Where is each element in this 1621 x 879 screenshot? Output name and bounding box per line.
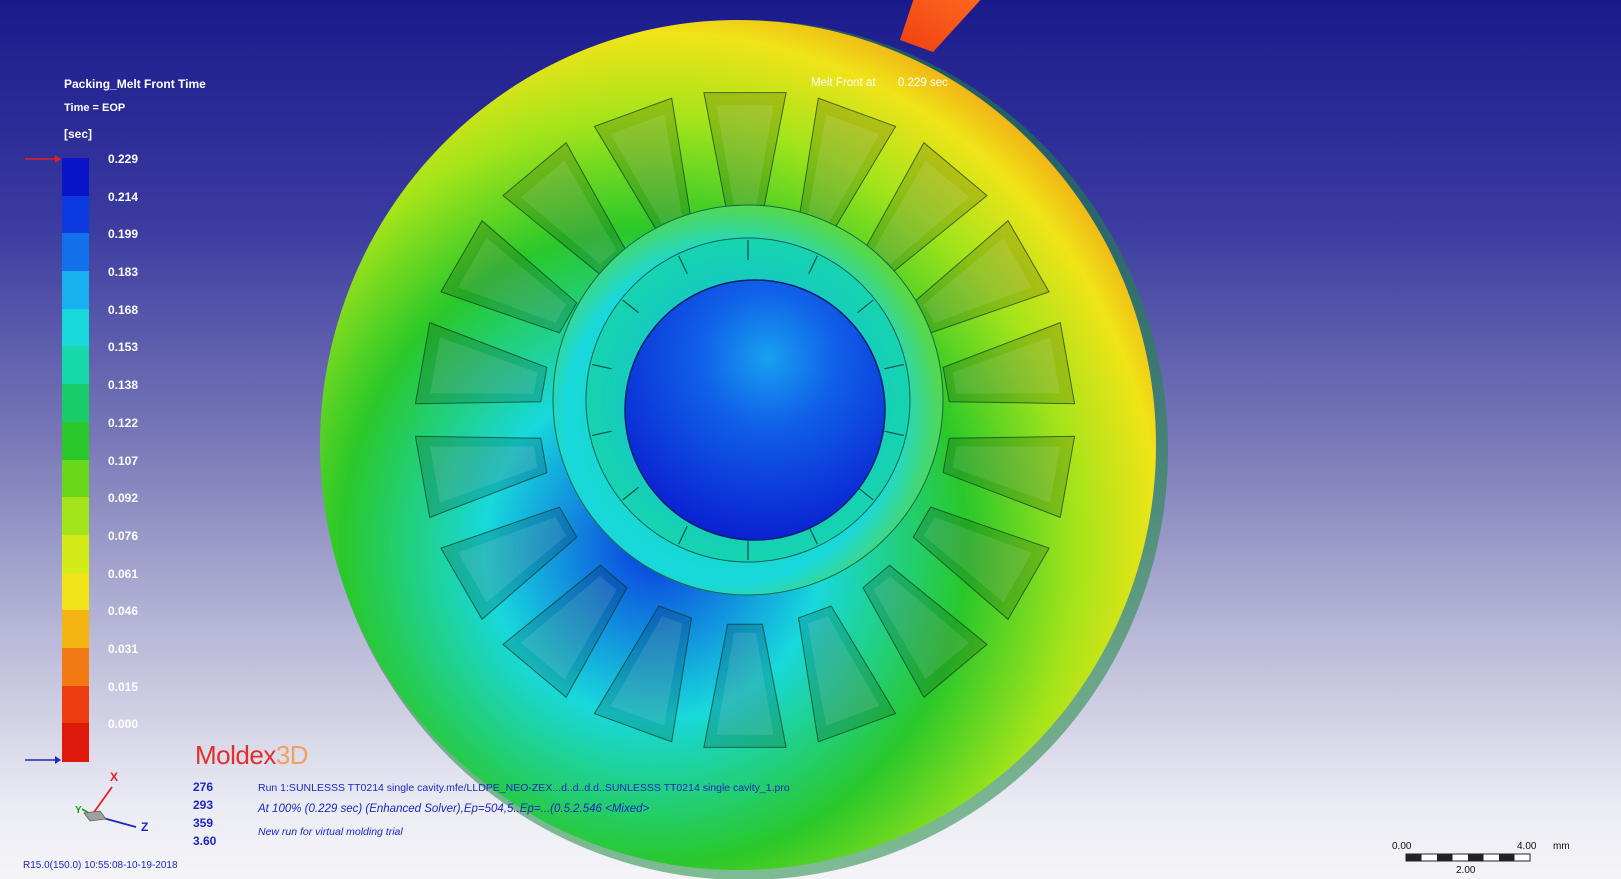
scale-unit: mm (1553, 841, 1570, 852)
legend-segment (62, 723, 89, 762)
legend-tick-label: 0.168 (108, 302, 139, 317)
legend-segment (62, 610, 89, 649)
legend-segment (62, 271, 89, 310)
legend-segment (62, 459, 89, 498)
legend-segment (62, 346, 89, 385)
legend-time: Time = EOP (64, 102, 126, 114)
legend-tick-label: 0.122 (108, 415, 139, 430)
legend-tick-label: 0.153 (108, 340, 139, 355)
legend-tick-label: 0.199 (108, 227, 139, 242)
legend-segment (62, 158, 89, 197)
legend-tick-label: 0.229 (108, 152, 139, 166)
axis-y-label: Y (75, 805, 82, 816)
part-core-dome[interactable] (624, 279, 886, 541)
legend-tick-label: 0.015 (108, 679, 139, 694)
legend-tick-label: 0.107 (108, 453, 139, 468)
legend-tick-label: 0.046 (108, 604, 139, 619)
legend-tick-label: 0.000 (108, 717, 139, 732)
legend-segment (62, 308, 89, 347)
stat-nodes: 276 (193, 780, 214, 794)
scale-bar (1405, 853, 1531, 862)
legend-tick-label: 0.031 (108, 641, 139, 656)
axis-z-label: Z (141, 820, 148, 834)
scale-start: 0.00 (1392, 841, 1412, 852)
legend-segment (62, 497, 89, 536)
run-info-line2: At 100% (0.229 sec) (Enhanced Solver),Ep… (258, 803, 650, 815)
scale-mid: 2.00 (1456, 865, 1476, 876)
version-stamp: R15.0(150.0) 10:55:08-10-19-2018 (23, 860, 178, 871)
legend-title: Packing_Melt Front Time (64, 77, 206, 91)
legend-tick-label: 0.061 (108, 566, 139, 581)
run-info-line3: New run for virtual molding trial (258, 826, 403, 838)
legend-segment (62, 647, 89, 687)
stat-scale: 3.60 (193, 834, 217, 848)
run-info-line1: Run 1:SUNLESSS TT0214 single cavity.mfe/… (258, 782, 790, 794)
melt-front-label: Melt Front at (811, 77, 876, 89)
legend-segment (62, 195, 89, 234)
legend-marker-bottom (25, 756, 61, 764)
gate-runner (900, 0, 981, 52)
scale-end: 4.00 (1517, 841, 1537, 852)
legend-marker-top (25, 155, 61, 163)
melt-front-value: 0.229 sec (898, 77, 948, 89)
legend-segment (62, 384, 89, 423)
legend-segment (62, 685, 89, 724)
legend-color-bar (62, 158, 89, 762)
legend-tick-label: 0.214 (108, 189, 139, 204)
legend-tick-label: 0.183 (108, 265, 139, 280)
moldex3d-logo: Moldex3D (195, 740, 309, 770)
axis-triad[interactable]: X Z Y (70, 765, 150, 840)
legend-tick-label: 0.138 (108, 378, 139, 393)
legend-segment (62, 534, 89, 574)
stat-elements: 293 (193, 798, 214, 812)
legend-tick-label: 0.076 (108, 528, 139, 543)
legend-segment (62, 421, 89, 460)
legend-segment (62, 233, 89, 272)
axis-x-label: X (110, 770, 118, 784)
legend-segment (62, 572, 89, 611)
stat-count: 359 (193, 816, 214, 830)
legend-unit: [sec] (64, 127, 93, 141)
legend-tick-label: 0.092 (108, 491, 139, 506)
